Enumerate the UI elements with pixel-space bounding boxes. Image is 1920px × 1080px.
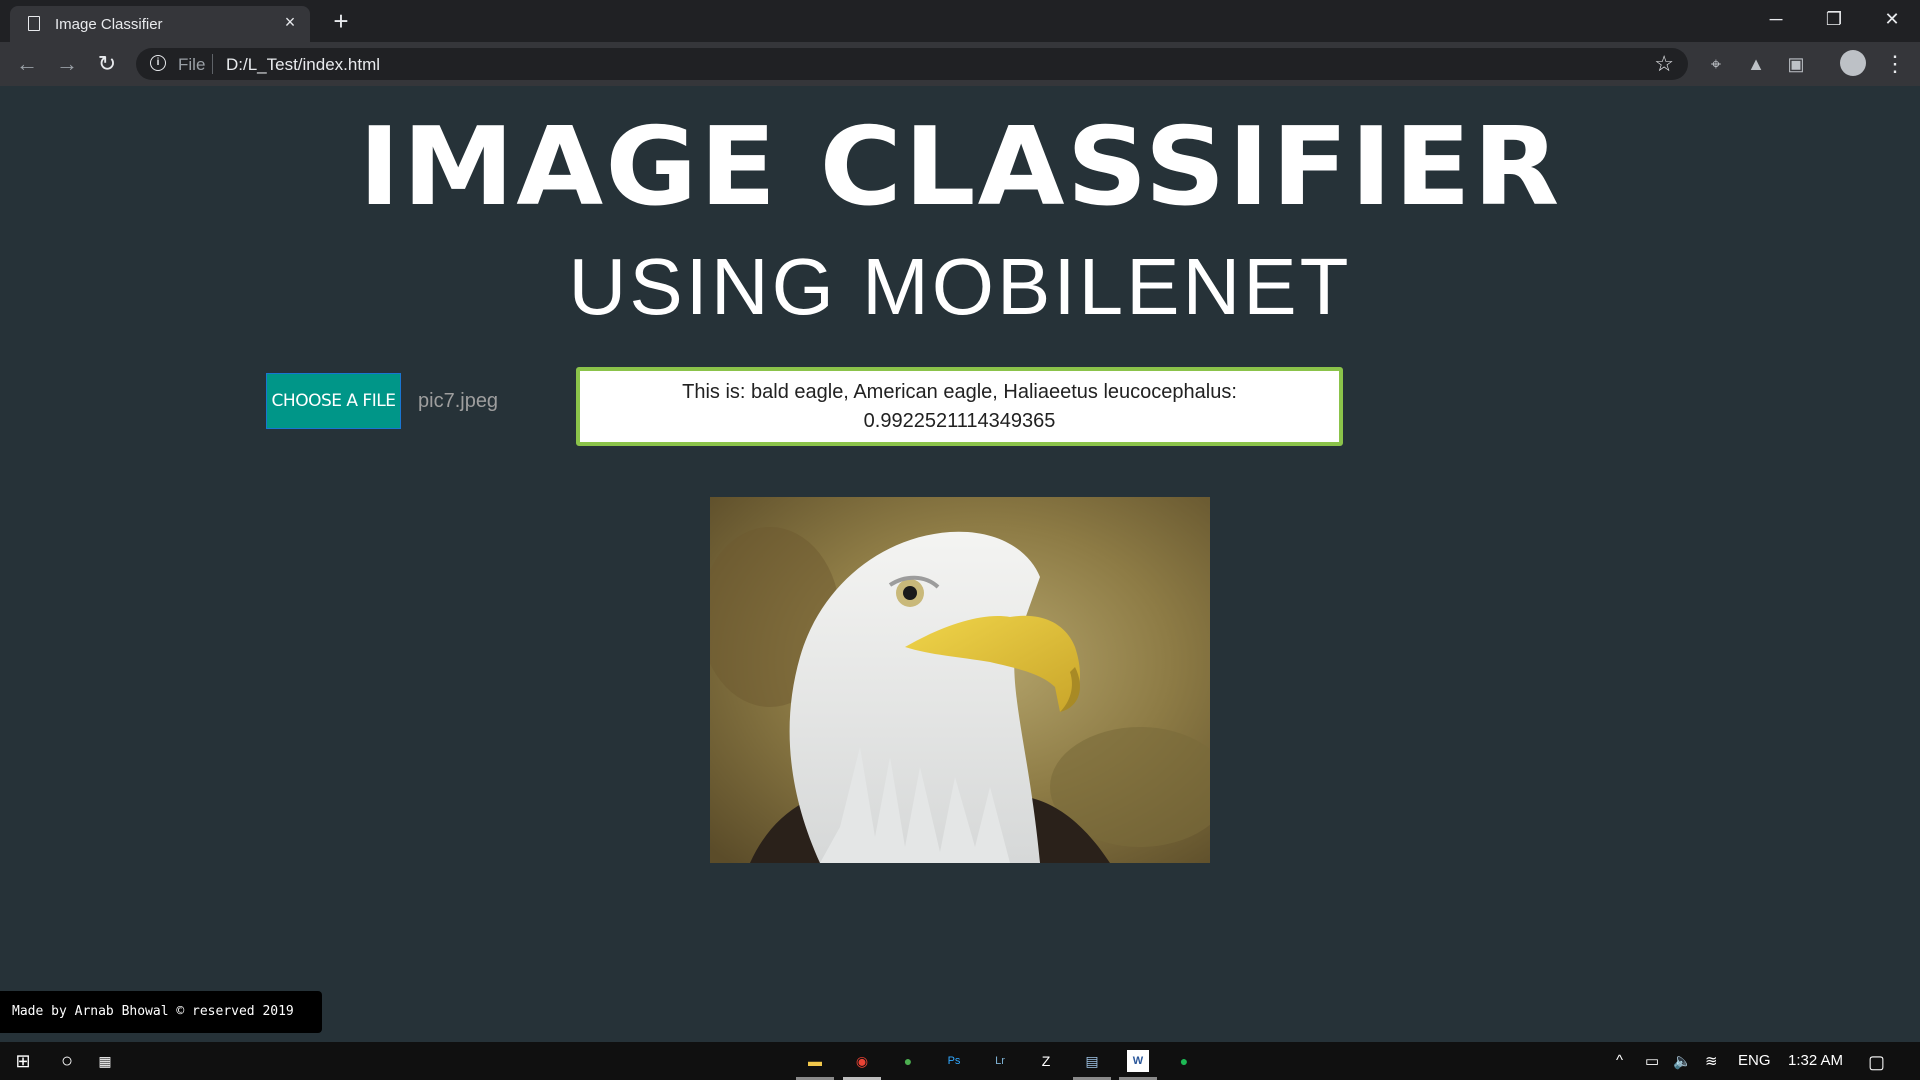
address-bar[interactable]: i File D:/L_Test/index.html ☆ xyxy=(136,48,1688,80)
browser-tab[interactable]: Image Classifier × xyxy=(10,6,310,42)
wifi-icon[interactable]: ≋ xyxy=(1705,1052,1718,1070)
choose-file-button[interactable]: CHOOSE A FILE xyxy=(266,373,401,429)
taskbar: ⊞ ○ ▦ ▬ ◉ ● Ps Lr Z ▤ W ● ^ ▭ 🔈 ≋ ENG 1:… xyxy=(0,1042,1920,1080)
clock[interactable]: 1:32 AM xyxy=(1788,1052,1843,1069)
url-divider xyxy=(212,54,213,74)
back-arrow-icon[interactable]: ← xyxy=(12,50,42,78)
word-icon[interactable]: W xyxy=(1127,1050,1149,1072)
selected-file-name: pic7.jpeg xyxy=(418,390,499,412)
page-footer: Made by Arnab Bhowal © reserved 2019 xyxy=(0,991,322,1033)
uploaded-image xyxy=(710,497,1210,863)
reload-icon[interactable]: ↻ xyxy=(92,50,122,78)
volume-icon[interactable]: 🔈 xyxy=(1673,1052,1692,1070)
browser-toolbar: ← → ↻ i File D:/L_Test/index.html ☆ ⌖ ▲ … xyxy=(0,42,1920,86)
minimize-button[interactable]: ─ xyxy=(1756,4,1796,34)
page-icon xyxy=(28,16,40,31)
lightroom-icon[interactable]: Lr xyxy=(989,1050,1011,1072)
extension-location-icon[interactable]: ⌖ xyxy=(1704,52,1728,76)
windows-start-icon[interactable]: ⊞ xyxy=(12,1050,34,1072)
profile-avatar[interactable] xyxy=(1840,50,1866,76)
bookmark-star-icon[interactable]: ☆ xyxy=(1654,51,1674,77)
cortana-icon[interactable]: ○ xyxy=(56,1050,78,1072)
bald-eagle-photo xyxy=(710,497,1210,863)
app-z-icon[interactable]: Z xyxy=(1035,1050,1057,1072)
photoshop-icon[interactable]: Ps xyxy=(943,1050,965,1072)
tab-close-icon[interactable]: × xyxy=(280,12,300,32)
show-hidden-icons-icon[interactable]: ^ xyxy=(1616,1052,1623,1069)
close-window-button[interactable]: ✕ xyxy=(1872,4,1912,34)
spotify-icon[interactable]: ● xyxy=(1173,1050,1195,1072)
tab-title: Image Classifier xyxy=(55,16,163,33)
page-subtitle: USING MOBILENET xyxy=(568,242,1352,331)
extension-image-icon[interactable]: ▣ xyxy=(1784,52,1808,76)
action-center-icon[interactable]: ▢ xyxy=(1868,1052,1885,1073)
prediction-result-box: This is: bald eagle, American eagle, Hal… xyxy=(576,367,1343,446)
prediction-confidence: 0.9922521114349365 xyxy=(863,410,1056,432)
language-indicator[interactable]: ENG xyxy=(1738,1052,1771,1069)
new-tab-button[interactable]: + xyxy=(326,6,356,36)
restore-button[interactable]: ❐ xyxy=(1814,4,1854,34)
prediction-label: This is: bald eagle, American eagle, Hal… xyxy=(682,381,1237,403)
network-app-icon[interactable]: ▤ xyxy=(1081,1050,1103,1072)
chrome-icon[interactable]: ◉ xyxy=(851,1050,873,1072)
page-title: IMAGE CLASSIFIER xyxy=(358,105,1562,230)
url-scheme: File xyxy=(178,55,206,74)
browser-menu-icon[interactable]: ⋮ xyxy=(1884,50,1906,78)
browser-titlebar: Image Classifier × + ─ ❐ ✕ xyxy=(0,0,1920,42)
url-text[interactable]: D:/L_Test/index.html xyxy=(226,55,380,75)
battery-icon[interactable]: ▭ xyxy=(1645,1052,1659,1070)
utorrent-icon[interactable]: ● xyxy=(897,1050,919,1072)
info-icon[interactable]: i xyxy=(150,55,166,71)
task-view-icon[interactable]: ▦ xyxy=(94,1050,116,1072)
drive-icon[interactable]: ▲ xyxy=(1744,52,1768,76)
file-explorer-icon[interactable]: ▬ xyxy=(804,1050,826,1072)
forward-arrow-icon[interactable]: → xyxy=(52,50,82,78)
